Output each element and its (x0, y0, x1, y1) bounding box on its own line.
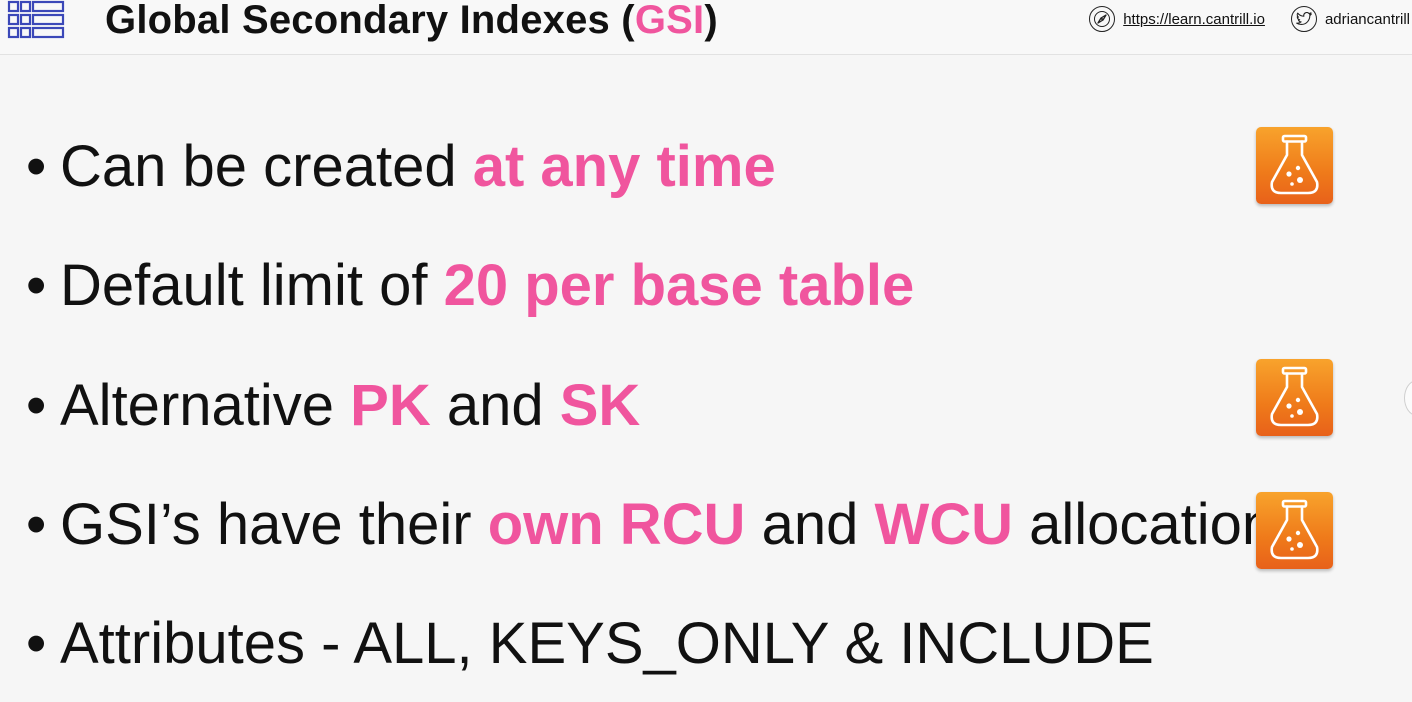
website-link[interactable]: https://learn.cantrill.io (1123, 11, 1265, 28)
lab-flask-icon[interactable] (1256, 492, 1333, 569)
website-link-group[interactable]: https://learn.cantrill.io (1089, 6, 1291, 32)
bullet-item: • Default limit of 20 per base table (26, 251, 914, 321)
bullet-dot: • (26, 611, 47, 676)
bullet-item: • Alternative PK and SK (26, 371, 640, 441)
lab-flask-icon[interactable] (1256, 127, 1333, 204)
header-links: https://learn.cantrill.io adriancantrill (1089, 4, 1410, 34)
title-accent: GSI (634, 0, 705, 42)
bullet-item: • Attributes - ALL, KEYS_ONLY & INCLUDE (26, 609, 1154, 679)
table-grid-icon (6, 0, 66, 53)
twitter-bird-icon (1290, 6, 1317, 32)
twitter-link-group[interactable]: adriancantrill (1290, 6, 1410, 32)
compass-icon (1089, 6, 1116, 32)
bullet-item: • GSI’s have their own RCU and WCU alloca… (26, 490, 1303, 560)
bullet-dot: • (26, 373, 47, 438)
bullet-item: • Can be created at any time (26, 132, 776, 202)
bullet-text: Alternative (60, 373, 351, 438)
bullet-text: and (745, 492, 875, 557)
bullet-emphasis: WCU (874, 492, 1013, 557)
bullet-emphasis: SK (559, 373, 641, 438)
bullet-dot: • (26, 492, 47, 557)
bullet-text: Default limit of (60, 253, 444, 318)
title-main: Global Secondary Indexes ( (105, 0, 635, 42)
page-title: Global Secondary Indexes (GSI) (105, 0, 718, 46)
bullet-emphasis: at any time (472, 134, 776, 199)
bullet-dot: • (26, 253, 47, 318)
bullet-emphasis: 20 per base table (443, 253, 915, 318)
bullet-text: Attributes - ALL, KEYS_ONLY & INCLUDE (60, 611, 1154, 676)
twitter-handle[interactable]: adriancantrill (1325, 11, 1410, 28)
bullet-dot: • (26, 134, 47, 199)
slide: Global Secondary Indexes (GSI) https://l… (0, 0, 1412, 702)
edge-handle[interactable] (1404, 380, 1412, 416)
bullet-emphasis: own RCU (487, 492, 746, 557)
bullet-text: GSI’s have their (60, 492, 488, 557)
bullet-text: Can be created (60, 134, 473, 199)
lab-flask-icon[interactable] (1256, 359, 1333, 436)
slide-header: Global Secondary Indexes (GSI) https://l… (0, 0, 1412, 55)
bullet-text: and (430, 373, 560, 438)
bullet-emphasis: PK (350, 373, 431, 438)
title-end: ) (704, 0, 718, 42)
